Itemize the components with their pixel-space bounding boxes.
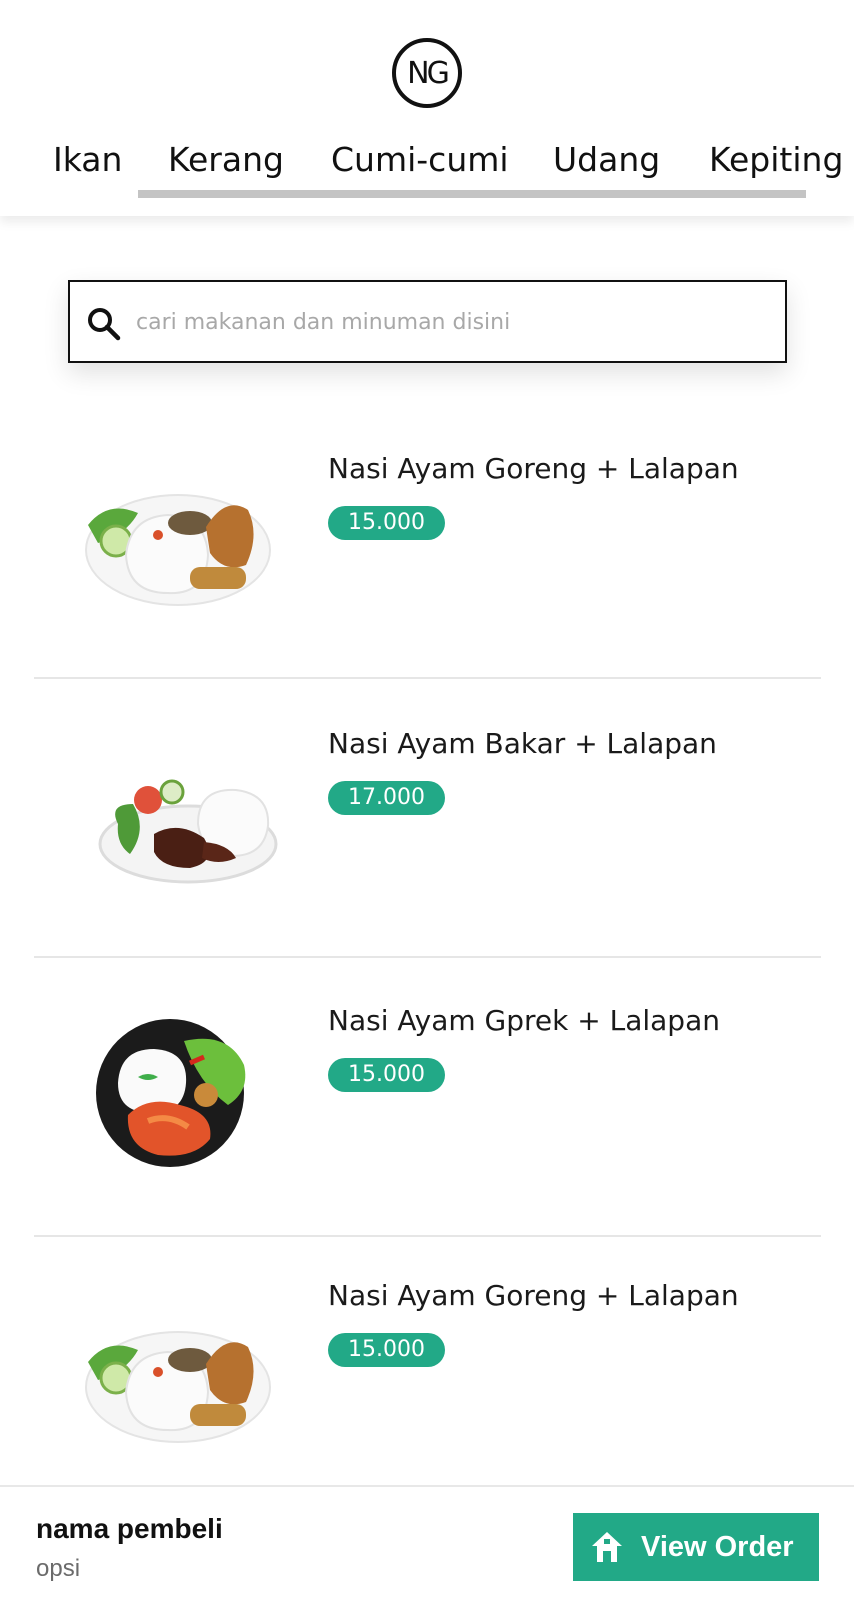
menu-item[interactable]: Nasi Ayam Bakar + Lalapan 17.000 (34, 679, 821, 958)
logo-text: NG (407, 55, 450, 91)
buyer-option: opsi (36, 1555, 81, 1582)
app-header: NG Ikan Kerang Cumi-cumi Udang Kepiting (0, 0, 854, 216)
price-badge: 15.000 (328, 506, 445, 540)
menu-item-name: Nasi Ayam Goreng + Lalapan (328, 1279, 739, 1312)
brand-logo: NG (392, 38, 462, 108)
menu-item[interactable]: Nasi Ayam Goreng + Lalapan 15.000 (34, 1237, 821, 1516)
menu-item-name: Nasi Ayam Goreng + Lalapan (328, 452, 739, 485)
tab-cumi-cumi[interactable]: Cumi-cumi (331, 140, 509, 179)
tab-udang[interactable]: Udang (553, 140, 660, 179)
menu-item[interactable]: Nasi Ayam Gprek + Lalapan 15.000 (34, 958, 821, 1237)
menu-item-name: Nasi Ayam Gprek + Lalapan (328, 1004, 720, 1037)
grilled-chicken-rice-image (98, 779, 278, 884)
view-order-label: View Order (641, 1531, 794, 1563)
geprek-chicken-rice-image (96, 1019, 246, 1167)
tab-kepiting[interactable]: Kepiting (709, 140, 843, 179)
view-order-button[interactable]: View Order (573, 1513, 819, 1581)
home-icon (592, 1532, 622, 1562)
fried-chicken-rice-image (85, 1331, 271, 1443)
menu-item[interactable]: Nasi Ayam Goreng + Lalapan 15.000 (34, 400, 821, 679)
price-badge: 15.000 (328, 1058, 445, 1092)
search-bar (68, 280, 787, 363)
fried-chicken-rice-image (85, 494, 271, 606)
order-bar: nama pembeli opsi View Order (0, 1485, 854, 1600)
menu-item-name: Nasi Ayam Bakar + Lalapan (328, 727, 717, 760)
price-badge: 17.000 (328, 781, 445, 815)
menu-list: Nasi Ayam Goreng + Lalapan 15.000 Nasi A… (34, 400, 821, 1516)
buyer-name[interactable]: nama pembeli (36, 1513, 223, 1545)
tab-kerang[interactable]: Kerang (168, 140, 284, 179)
search-input[interactable] (136, 300, 756, 344)
price-badge: 15.000 (328, 1333, 445, 1367)
search-icon (88, 308, 121, 341)
tab-scroll-indicator[interactable] (138, 190, 806, 198)
tab-ikan[interactable]: Ikan (53, 140, 122, 179)
